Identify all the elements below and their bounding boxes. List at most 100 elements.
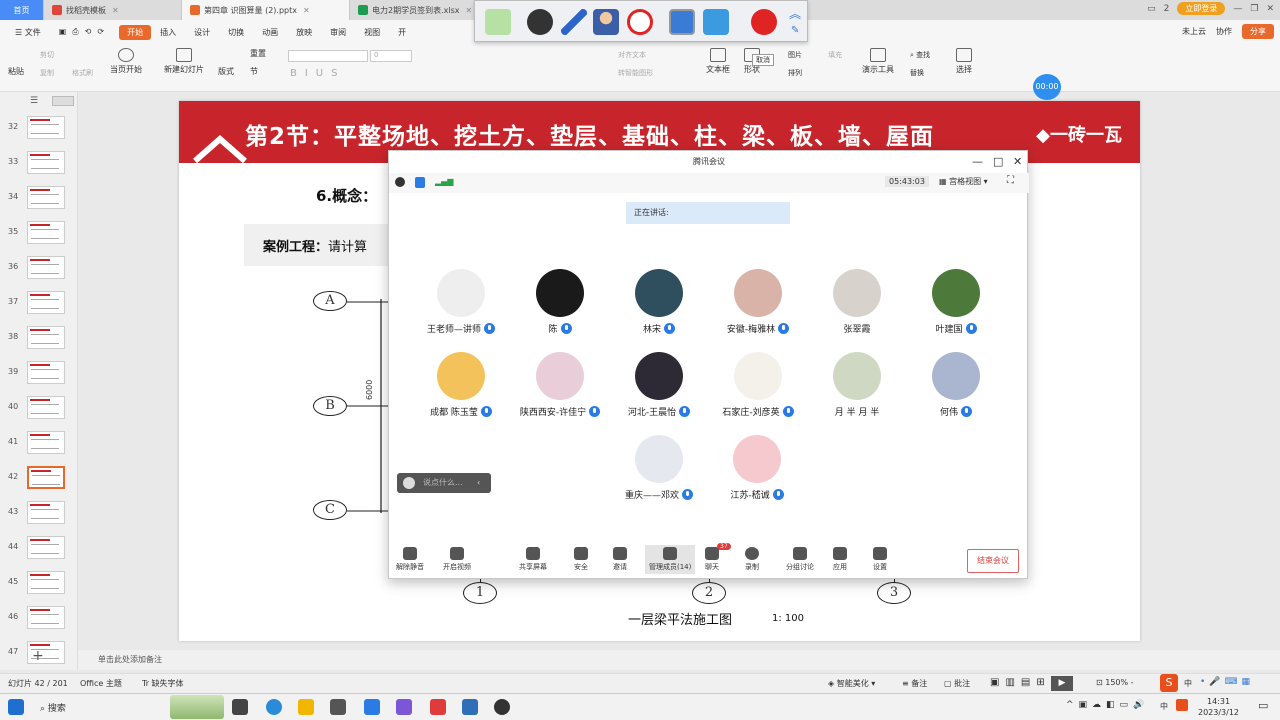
tray-ime[interactable]: 中 xyxy=(1160,701,1168,712)
fullscreen-icon[interactable]: ⛶ xyxy=(1007,175,1014,186)
theme-name[interactable]: Office 主题 xyxy=(80,678,122,689)
copy-button[interactable]: 复制 xyxy=(40,68,54,78)
chat-button[interactable]: 聊天 37 xyxy=(705,543,731,572)
participant-tile[interactable]: 月 半 月 半 xyxy=(807,352,907,418)
participant-tile[interactable]: 陕西西安-许佳宁 xyxy=(510,352,610,418)
camera-icon[interactable] xyxy=(527,9,553,35)
meeting-close-icon[interactable]: ✕ xyxy=(1013,155,1022,168)
convert-smartart-button[interactable]: 转智能图形 xyxy=(618,68,653,78)
font-size-combo[interactable]: 0 xyxy=(370,50,412,62)
slide-thumbnail[interactable]: 41 xyxy=(0,429,78,457)
pointer-tool-icon[interactable] xyxy=(485,9,511,35)
align-text-button[interactable]: 对齐文本 xyxy=(618,50,646,60)
windows-start-icon[interactable] xyxy=(8,699,24,715)
app-icon[interactable] xyxy=(396,699,412,715)
slide-thumbnail[interactable]: 42 xyxy=(0,464,78,492)
arrange-button[interactable]: 排列 xyxy=(788,68,802,78)
menu-item-5[interactable]: 放映 xyxy=(287,27,321,38)
ime-logo-icon[interactable]: S xyxy=(1160,674,1178,692)
participant-tile[interactable]: 石家庄-刘彦英 xyxy=(708,352,808,418)
replace-button[interactable]: 替换 xyxy=(910,68,924,78)
thumbnail-view-icon[interactable] xyxy=(52,96,74,106)
presentation-tools-button[interactable]: 演示工具 xyxy=(862,48,894,75)
new-slide-button[interactable]: 新建幻灯片 xyxy=(164,48,204,75)
slide-thumbnail[interactable]: 32 xyxy=(0,114,78,142)
breakout-button[interactable]: 分组讨论 xyxy=(786,547,814,572)
share-button[interactable]: 共享屏幕 xyxy=(519,547,547,572)
slide-thumbnail[interactable]: 38 xyxy=(0,324,78,352)
quick-access-icons[interactable]: ▣⎙⟲⟳ xyxy=(50,27,119,37)
restore-icon[interactable]: ❐ xyxy=(1250,4,1258,14)
chat-input[interactable]: 说点什么... ‹ xyxy=(397,473,491,493)
invite-button[interactable]: 邀请 xyxy=(613,547,627,572)
participant-tile[interactable]: 何伟 xyxy=(906,352,1006,418)
layout-icon[interactable]: ▭ xyxy=(1147,4,1156,14)
taskbar-search[interactable]: ⌕ 搜索 xyxy=(40,701,66,714)
tab-close-icon[interactable]: ✕ xyxy=(112,6,119,15)
info-icon[interactable] xyxy=(395,177,405,187)
add-slide-icon[interactable]: + xyxy=(32,648,44,664)
participant-tile[interactable]: 张翠霞 xyxy=(807,269,907,335)
slide-thumbnail[interactable]: 39 xyxy=(0,359,78,387)
notification-icon[interactable]: ▭ xyxy=(1258,699,1268,712)
slide-thumbnail[interactable]: 35 xyxy=(0,219,78,247)
view-switch-icons[interactable]: ▣▥▤⊞ xyxy=(990,677,1051,688)
missing-font-button[interactable]: Tr 缺失字体 xyxy=(142,678,184,689)
cut-button[interactable]: 剪切 xyxy=(40,50,54,60)
picture-button[interactable]: 图片 xyxy=(788,50,802,60)
share-button[interactable]: 分享 xyxy=(1242,24,1274,39)
meeting-minimize-icon[interactable]: — xyxy=(972,155,983,168)
tray-sogou-icon[interactable] xyxy=(1176,699,1188,711)
cloud-status[interactable]: 未上云 xyxy=(1182,26,1206,37)
wps-writer-icon[interactable] xyxy=(462,699,478,715)
screen-icon[interactable] xyxy=(669,9,695,35)
slide-thumbnail[interactable]: 33 xyxy=(0,149,78,177)
notes-toggle[interactable]: ≡ 备注 xyxy=(902,678,927,689)
menu-item-8[interactable]: 开 xyxy=(389,27,415,38)
chevron-up-icon[interactable]: ︽ xyxy=(789,5,801,22)
menu-item-1[interactable]: 插入 xyxy=(151,27,185,38)
font-name-combo[interactable] xyxy=(288,50,368,62)
ime-mode[interactable]: 中 xyxy=(1184,678,1192,689)
textbox-button[interactable]: 文本框 xyxy=(706,48,730,75)
end-meeting-button[interactable]: 结束会议 xyxy=(967,549,1019,573)
reset-button[interactable]: 重置 xyxy=(250,48,266,59)
format-painter-button[interactable]: 格式刷 xyxy=(72,68,93,78)
collab-button[interactable]: 协作 xyxy=(1216,26,1232,37)
wps-icon[interactable] xyxy=(430,699,446,715)
close-annotation-icon[interactable] xyxy=(751,9,777,35)
edge-icon[interactable] xyxy=(266,699,282,715)
font-style-icons[interactable]: BIUS xyxy=(290,68,345,79)
participant-tile[interactable]: 河北-王晨怡 xyxy=(609,352,709,418)
tab-0[interactable]: 首页 xyxy=(0,0,44,20)
settings-button[interactable]: 设置 xyxy=(873,547,887,572)
tencent-meeting-icon[interactable] xyxy=(364,699,380,715)
participant-tile[interactable]: 江苏-嵇诚 xyxy=(707,435,807,501)
tab-1[interactable]: 找稻壳模板 ✕ xyxy=(44,0,182,20)
timer-badge[interactable]: 00:00 xyxy=(1033,74,1061,100)
login-button[interactable]: 立即登录 xyxy=(1177,2,1226,15)
tray-icons[interactable]: ^▣☁◧▭🔊 xyxy=(1066,700,1149,710)
pen-icon[interactable] xyxy=(561,9,587,35)
menu-item-7[interactable]: 视图 xyxy=(355,27,389,38)
tab-close-icon[interactable]: ✕ xyxy=(466,6,473,15)
participant-tile[interactable]: 陈 xyxy=(510,269,610,335)
tab-close-icon[interactable]: ✕ xyxy=(303,6,310,15)
slide-thumbnail[interactable]: 36 xyxy=(0,254,78,282)
shield-icon[interactable] xyxy=(415,177,425,188)
view-mode-button[interactable]: ▦ 宫格视图 ▾ xyxy=(939,176,988,187)
participant-tile[interactable]: 林宋 xyxy=(609,269,709,335)
slide-thumbnail[interactable]: 46 xyxy=(0,604,78,632)
user-icon[interactable] xyxy=(593,9,619,35)
video-button[interactable]: 开启视频 xyxy=(443,547,471,572)
clock[interactable]: 14:31 2023/3/12 xyxy=(1198,696,1239,718)
minimize-icon[interactable]: — xyxy=(1233,4,1242,14)
participant-tile[interactable]: 重庆——邓欢 xyxy=(609,435,709,501)
slide-thumbnail[interactable]: 34 xyxy=(0,184,78,212)
participant-tile[interactable]: 叶建国 xyxy=(906,269,1006,335)
menu-item-6[interactable]: 审阅 xyxy=(321,27,355,38)
menu-item-4[interactable]: 动画 xyxy=(253,27,287,38)
comments-toggle[interactable]: ▢ 批注 xyxy=(944,678,970,689)
section-button[interactable]: 节 xyxy=(250,66,258,77)
close-icon[interactable]: ✕ xyxy=(1266,4,1274,14)
